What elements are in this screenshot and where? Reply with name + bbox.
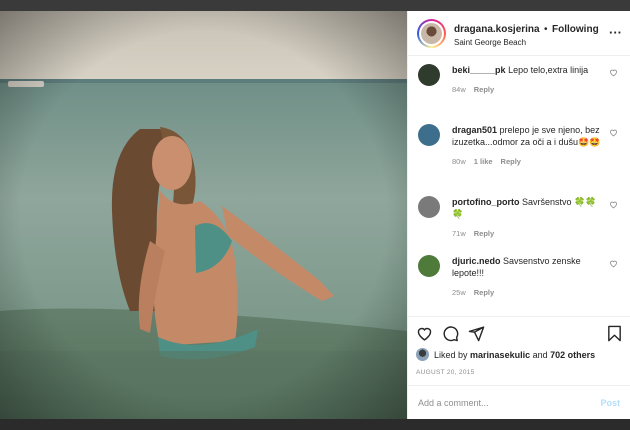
comment-text: Lepo telo,extra linija (508, 65, 589, 75)
comment-composer: Add a comment... Post (408, 385, 630, 419)
liked-by-prefix: Liked by (434, 349, 468, 360)
beach-photo-image (0, 11, 407, 419)
comment-age[interactable]: 25w (452, 288, 466, 297)
post-side-panel: dragana.kosjerina • Following Saint Geor… (407, 11, 630, 419)
comment-bubble-icon[interactable] (442, 325, 459, 342)
action-bar (416, 317, 622, 349)
liked-by-and: and (532, 349, 548, 360)
liked-by-row: Liked by marinasekulic and 702 others (416, 348, 622, 361)
liker-avatar[interactable] (416, 348, 429, 361)
liked-by-user[interactable]: marinasekulic (470, 350, 530, 360)
bookmark-save-icon[interactable] (607, 325, 622, 342)
liked-by-others-link[interactable]: 702 others (550, 350, 595, 360)
post-photo[interactable] (0, 11, 407, 419)
author-info: dragana.kosjerina • Following Saint Geor… (454, 19, 599, 47)
post-comment-button[interactable]: Post (600, 398, 620, 408)
comment-item: beki_____pk Lepo telo,extra linija 84w Re… (418, 64, 620, 94)
like-heart-icon[interactable] (416, 325, 433, 342)
reply-button[interactable]: Reply (474, 229, 494, 238)
heart-outline-icon[interactable] (609, 259, 618, 268)
heart-outline-icon[interactable] (609, 200, 618, 209)
comment-username[interactable]: dragan501 (452, 125, 497, 135)
comments-list[interactable]: beki_____pk Lepo telo,extra linija 84w Re… (408, 58, 630, 316)
share-send-icon[interactable] (468, 325, 485, 342)
comment-age[interactable]: 80w (452, 157, 466, 166)
heart-outline-icon[interactable] (609, 68, 618, 77)
comment-username[interactable]: djuric.nedo (452, 256, 501, 266)
window-top-strip (0, 0, 630, 11)
comment-item: portofino_porto Savršenstvo 🍀🍀🍀 71w Reply (418, 196, 620, 238)
comment-username[interactable]: beki_____pk (452, 65, 506, 75)
comment-likes[interactable]: 1 like (474, 157, 493, 166)
following-button[interactable]: Following (552, 24, 599, 35)
commenter-avatar[interactable] (418, 196, 440, 218)
commenter-avatar[interactable] (418, 124, 440, 146)
comment-age[interactable]: 71w (452, 229, 466, 238)
commenter-avatar[interactable] (418, 64, 440, 86)
post-date[interactable]: AUGUST 20, 2015 (416, 369, 622, 376)
more-horizontal-icon[interactable]: ··· (609, 25, 622, 40)
add-comment-input[interactable]: Add a comment... (418, 398, 600, 408)
comment-item: djuric.nedo Savsenstvo zenske lepote!!! … (418, 255, 620, 297)
story-ring[interactable] (417, 18, 446, 48)
commenter-avatar[interactable] (418, 255, 440, 277)
comment-item: dragan501 prelepo je sve njeno, bez izuz… (418, 124, 620, 166)
post-header: dragana.kosjerina • Following Saint Geor… (408, 11, 630, 56)
author-username[interactable]: dragana.kosjerina (454, 24, 540, 35)
reply-button[interactable]: Reply (501, 157, 521, 166)
reply-button[interactable]: Reply (474, 85, 494, 94)
separator-dot: • (544, 24, 548, 36)
comment-username[interactable]: portofino_porto (452, 197, 519, 207)
author-avatar[interactable] (419, 20, 444, 46)
post-location[interactable]: Saint George Beach (454, 38, 599, 47)
post-actions: Liked by marinasekulic and 702 others AU… (408, 316, 630, 376)
reply-button[interactable]: Reply (474, 288, 494, 297)
heart-outline-icon[interactable] (609, 128, 618, 137)
comment-age[interactable]: 84w (452, 85, 466, 94)
post-modal: dragana.kosjerina • Following Saint Geor… (0, 11, 630, 419)
